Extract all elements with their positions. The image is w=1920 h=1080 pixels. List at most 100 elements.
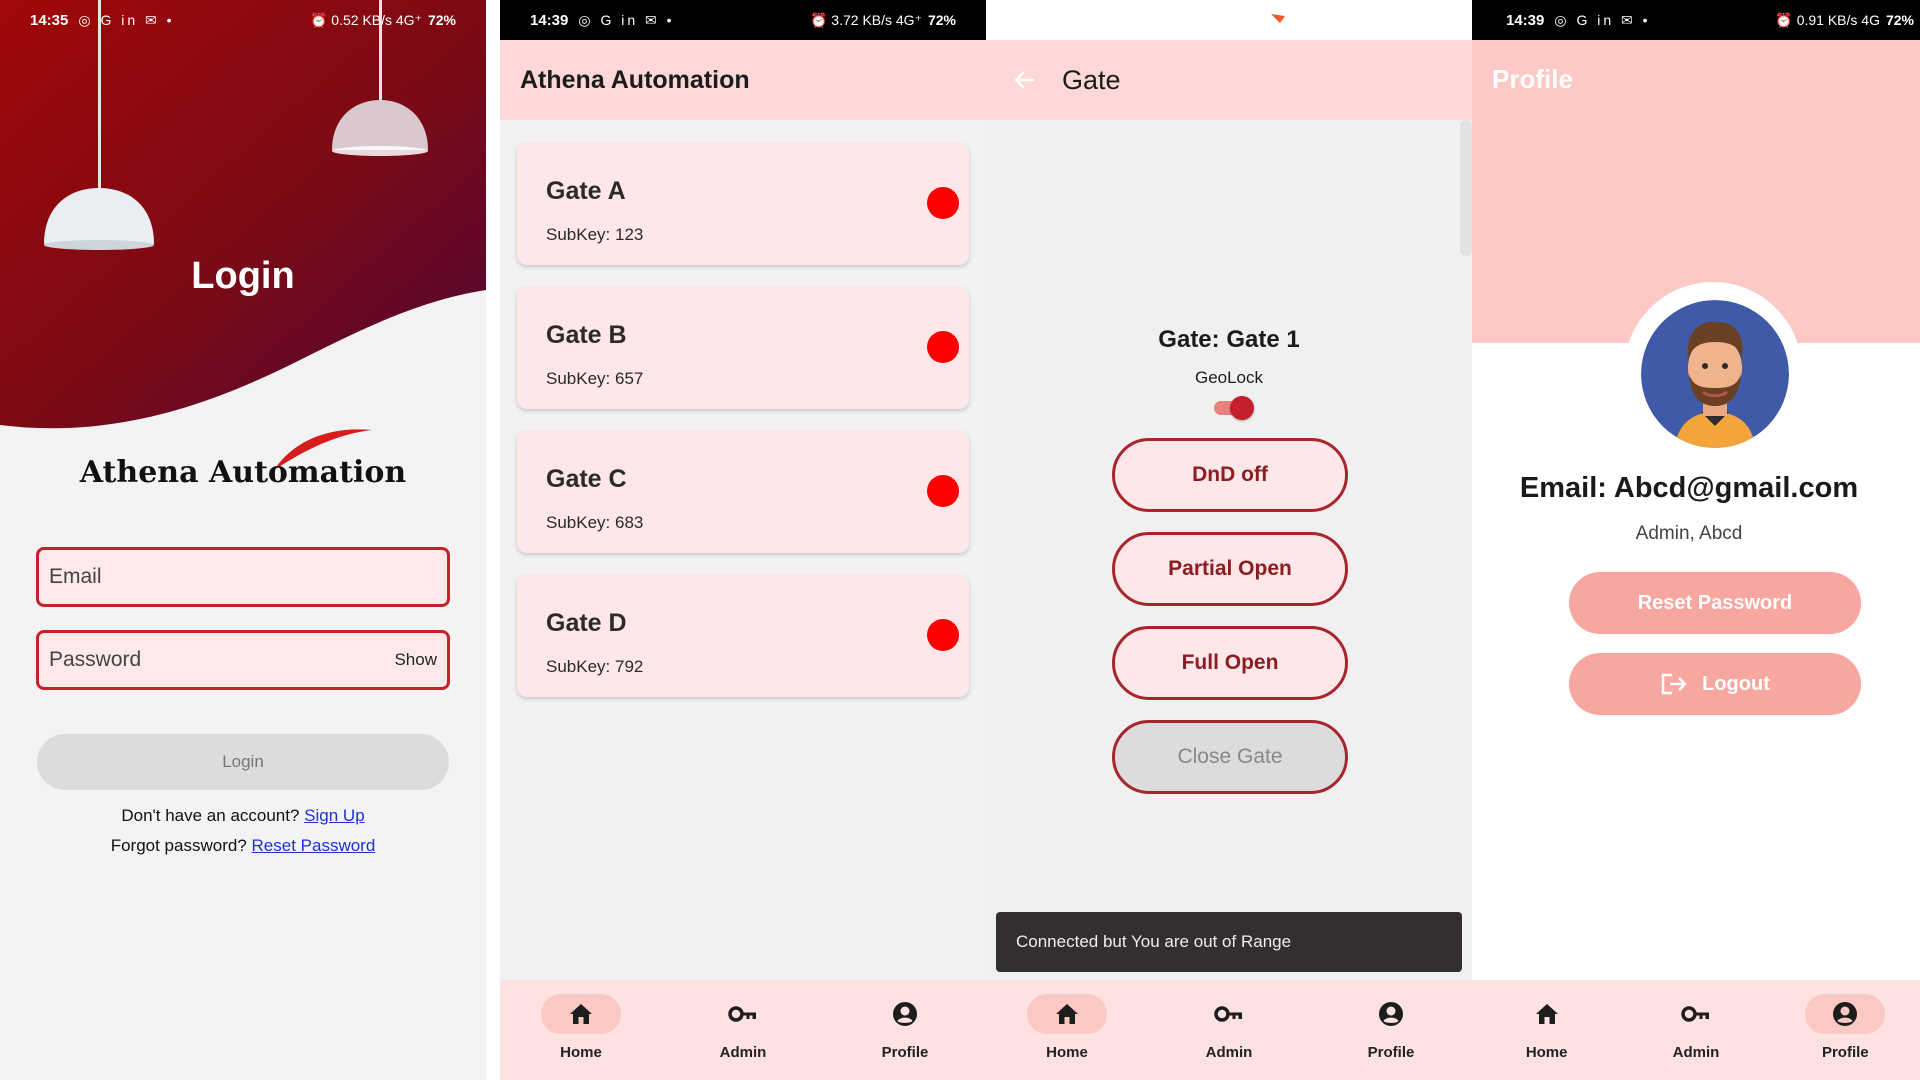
scrollbar[interactable] (1460, 120, 1472, 256)
geolock-toggle[interactable] (1214, 396, 1254, 420)
status-signal: ⏰ 3.72 KB/s 4G⁺ (809, 11, 922, 28)
page-title: Profile (1492, 64, 1573, 94)
brand-logo-text: Athena Automation (79, 455, 407, 490)
gate-subkey: SubKey: 683 (546, 513, 644, 532)
nav-home-pill (1027, 994, 1107, 1034)
gate-card-b[interactable]: Gate B SubKey: 657 (517, 287, 969, 409)
nav-profile[interactable]: Profile (1310, 980, 1472, 1080)
status-right: ⏰ 0.52 KB/s 4G⁺ 72% (310, 12, 456, 29)
nav-profile-pill (1351, 994, 1431, 1034)
gate-status-dot (927, 187, 959, 219)
show-password-toggle[interactable]: Show (394, 650, 437, 670)
nav-admin-label: Admin (1672, 1044, 1720, 1061)
close-gate-button[interactable]: Close Gate (1112, 720, 1348, 794)
bottom-nav: Home Admin Profile (1472, 980, 1920, 1080)
logout-label: Logout (1702, 672, 1770, 695)
nav-home[interactable]: Home (986, 980, 1148, 1080)
nav-admin-pill (1189, 994, 1269, 1034)
status-bar: 14:35 ◎ G in ✉ • ⏰ 0.52 KB/s 4G⁺ 72% (0, 0, 486, 40)
app-bar: Gate (986, 40, 1472, 120)
gate-name: Gate A (546, 177, 626, 205)
full-open-button[interactable]: Full Open (1112, 626, 1348, 700)
gate-name: Gate B (546, 321, 627, 349)
lamp-right-icon (332, 100, 428, 156)
status-right: ⏰ 0.91 KB/s 4G 72% (1775, 12, 1914, 29)
nav-admin-label: Admin (719, 1044, 767, 1061)
signup-link[interactable]: Sign Up (304, 806, 364, 825)
battery-level: 72% (1885, 12, 1914, 28)
signup-prompt: Don't have an account? (121, 806, 300, 825)
bottom-nav: Home Admin Profile (986, 980, 1472, 1080)
toggle-knob (1230, 396, 1254, 420)
nav-profile-pill (865, 994, 945, 1034)
login-button[interactable]: Login (37, 734, 449, 790)
gate-status-dot (927, 331, 959, 363)
key-icon (728, 1006, 756, 1022)
nav-home[interactable]: Home (1472, 980, 1621, 1080)
status-notification-icons: ◎ G in ✉ • (578, 11, 675, 28)
lamp-left-icon (44, 188, 154, 250)
battery-level: 72% (427, 12, 456, 28)
email-field[interactable]: Email (36, 547, 450, 607)
nav-profile-label: Profile (1367, 1044, 1415, 1061)
gate-detail-screen: Gate Gate: Gate 1 GeoLock DnD off Partia… (986, 0, 1472, 1080)
profile-screen: 14:39 ◎ G in ✉ • ⏰ 0.91 KB/s 4G 72% Prof… (1472, 0, 1920, 1080)
gate-card-a[interactable]: Gate A SubKey: 123 (517, 143, 969, 265)
notification-mark-icon (1271, 14, 1285, 23)
dnd-button[interactable]: DnD off (1112, 438, 1348, 512)
profile-email: Email: Abcd@gmail.com (1519, 472, 1859, 504)
snackbar-message: Connected but You are out of Range (1016, 932, 1292, 951)
logout-button[interactable]: Logout (1569, 653, 1861, 715)
avatar (1641, 300, 1789, 448)
composite-screenshot: 14:35 ◎ G in ✉ • ⏰ 0.52 KB/s 4G⁺ 72% Log… (0, 0, 1920, 1080)
gate-name: Gate C (546, 465, 627, 493)
battery-level: 72% (927, 12, 956, 28)
gate-card-d[interactable]: Gate D SubKey: 792 (517, 575, 969, 697)
status-time: 14:39 (530, 11, 569, 29)
gate-card-c[interactable]: Gate C SubKey: 683 (517, 431, 969, 553)
nav-admin[interactable]: Admin (1148, 980, 1310, 1080)
key-icon (1681, 1006, 1709, 1022)
nav-admin-pill (1656, 994, 1736, 1034)
geolock-label: GeoLock (1194, 368, 1264, 387)
status-notification-icons: ◎ G in ✉ • (78, 11, 175, 28)
nav-home[interactable]: Home (500, 980, 662, 1080)
status-right: ⏰ 3.72 KB/s 4G⁺ 72% (810, 12, 956, 29)
password-field[interactable]: Password Show (36, 630, 450, 690)
partial-open-button[interactable]: Partial Open (1112, 532, 1348, 606)
nav-home-label: Home (1046, 1044, 1088, 1061)
nav-home-pill (541, 994, 621, 1034)
bottom-nav: Home Admin Profile (500, 980, 986, 1080)
nav-profile[interactable]: Profile (824, 980, 986, 1080)
nav-admin[interactable]: Admin (1621, 980, 1770, 1080)
reset-row: Forgot password? Reset Password (0, 836, 486, 856)
status-bar: 14:39 ◎ G in ✉ • ⏰ 0.91 KB/s 4G 72% (1472, 0, 1920, 40)
app-title: Athena Automation (520, 65, 750, 94)
nav-profile-label: Profile (881, 1044, 929, 1061)
signup-row: Don't have an account? Sign Up (0, 806, 486, 826)
gate-name: Gate D (546, 609, 627, 637)
gate-subkey: SubKey: 657 (546, 369, 644, 388)
password-placeholder: Password (49, 648, 142, 671)
status-bar-blank (986, 0, 1472, 40)
nav-profile-label: Profile (1821, 1044, 1869, 1061)
gate-name-title: Gate: Gate 1 (1158, 326, 1300, 353)
status-time: 14:39 (1506, 11, 1545, 29)
reset-password-link[interactable]: Reset Password (252, 836, 376, 855)
account-circle-icon (1833, 1002, 1858, 1026)
gate-subkey: SubKey: 792 (546, 657, 644, 676)
nav-profile[interactable]: Profile (1771, 980, 1920, 1080)
login-screen: 14:35 ◎ G in ✉ • ⏰ 0.52 KB/s 4G⁺ 72% Log… (0, 0, 486, 1080)
key-icon (1214, 1006, 1242, 1022)
status-notification-icons: ◎ G in ✉ • (1554, 11, 1651, 28)
nav-admin[interactable]: Admin (662, 980, 824, 1080)
account-circle-icon (893, 1002, 917, 1026)
back-button[interactable] (994, 40, 1054, 120)
page-title: Gate (1062, 64, 1121, 95)
user-avatar-icon (1641, 300, 1789, 448)
home-icon (1056, 1004, 1078, 1024)
nav-admin-pill (703, 994, 783, 1034)
reset-password-button[interactable]: Reset Password (1569, 572, 1861, 634)
gate-status-dot (927, 619, 959, 651)
nav-home-pill (1507, 994, 1587, 1034)
